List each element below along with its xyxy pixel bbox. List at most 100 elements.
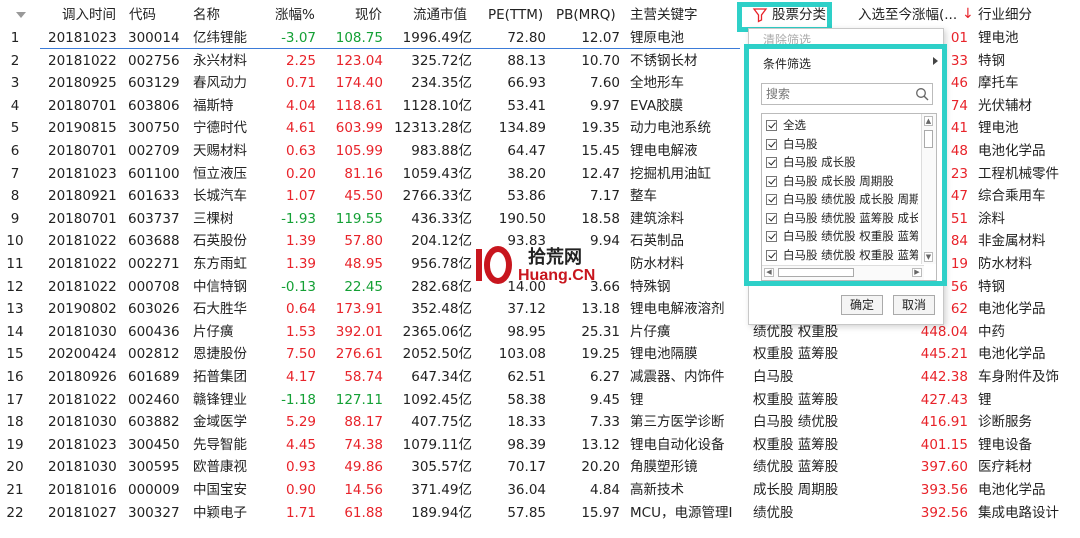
sort-descending-icon[interactable]: ↓ bbox=[962, 6, 974, 22]
cell-chg: -1.93 bbox=[281, 210, 316, 227]
cell-name: 金域医学 bbox=[193, 414, 247, 431]
cell-price: 49.86 bbox=[344, 459, 383, 476]
cell-pb: 12.07 bbox=[581, 30, 620, 46]
cell-chg: -3.07 bbox=[281, 30, 316, 46]
cell-name: 天赐材料 bbox=[193, 143, 247, 159]
cell-name: 中国宝安 bbox=[193, 482, 247, 498]
cell-ind: 综合乘用车 bbox=[978, 188, 1046, 205]
sort-caret-icon[interactable] bbox=[16, 12, 26, 18]
cell-price: 105.99 bbox=[335, 143, 383, 159]
cell-code: 603806 bbox=[128, 97, 180, 114]
cell-code: 601100 bbox=[128, 165, 180, 182]
column-header-1[interactable]: 代码 bbox=[129, 3, 156, 27]
cell-price: 173.91 bbox=[335, 301, 383, 318]
cell-pb: 9.45 bbox=[589, 391, 620, 408]
cell-pb: 19.35 bbox=[581, 120, 620, 137]
table-row[interactable]: 20 20181030 300595 欧普康视 0.93 49.86 305.57亿 70.1… bbox=[0, 456, 1080, 479]
cell-mcap: 189.94亿 bbox=[411, 504, 472, 521]
cell-ind: 电池化学品 bbox=[978, 143, 1046, 159]
cell-code: 300595 bbox=[128, 459, 180, 476]
cell-ind: 集成电路设计 bbox=[978, 504, 1059, 521]
cell-no: 18 bbox=[6, 414, 24, 431]
watermark-text-cn: 拾荒网 bbox=[528, 247, 582, 268]
column-header-7[interactable]: PB(MRQ) bbox=[556, 3, 616, 27]
cell-code: 002709 bbox=[128, 143, 180, 159]
cell-pe: 53.86 bbox=[507, 188, 546, 205]
cell-mcap: 282.68亿 bbox=[411, 278, 472, 295]
cell-pe: 18.33 bbox=[507, 414, 546, 431]
cell-name: 拓普集团 bbox=[193, 369, 247, 385]
cell-kw: 挖掘机用油缸 bbox=[630, 165, 711, 182]
cell-code: 002460 bbox=[128, 391, 180, 408]
cell-date: 20181016 bbox=[48, 482, 117, 498]
cell-since: 397.60 bbox=[920, 459, 968, 476]
cell-chg: 2.25 bbox=[285, 52, 316, 69]
cell-chg: 0.71 bbox=[285, 75, 316, 92]
cell-kw: 第三方医学诊断 bbox=[630, 414, 725, 431]
cell-ind: 中药 bbox=[978, 323, 1005, 340]
cell-date: 20181022 bbox=[48, 391, 117, 408]
table-row[interactable]: 18 20181030 603882 金域医学 5.29 88.17 407.75亿 18.3… bbox=[0, 411, 1080, 434]
cell-mcap: 12313.28亿 bbox=[394, 120, 472, 137]
cell-ind: 锂电设备 bbox=[978, 436, 1032, 453]
cell-ind: 锂 bbox=[978, 391, 992, 408]
cell-kw: 石英制品 bbox=[630, 233, 684, 250]
cell-ind: 锂电池 bbox=[978, 30, 1019, 46]
cell-chg: -0.13 bbox=[281, 278, 316, 295]
cell-kw: 锂电电解液溶剂 bbox=[630, 301, 725, 318]
column-header-0[interactable]: 调入时间 bbox=[62, 3, 116, 27]
cell-mcap: 956.78亿 bbox=[411, 256, 472, 272]
column-header-11[interactable]: 行业细分 bbox=[978, 3, 1032, 27]
table-row[interactable]: 17 20181022 002460 赣锋锂业 -1.18 127.11 1092.45亿 5… bbox=[0, 389, 1080, 412]
cell-name: 石大胜华 bbox=[193, 301, 247, 318]
confirm-button[interactable]: 确定 bbox=[841, 295, 883, 315]
cell-chg: 1.39 bbox=[285, 256, 316, 272]
column-header-5[interactable]: 流通市值 bbox=[413, 3, 467, 27]
table-row[interactable]: 16 20180926 601689 拓普集团 4.17 58.74 647.34亿 62.5… bbox=[0, 366, 1080, 389]
cell-cat: 白马股 bbox=[753, 369, 794, 385]
cell-pe: 53.41 bbox=[507, 97, 546, 114]
cell-name: 东方雨虹 bbox=[193, 256, 247, 272]
watermark-text-en: Huang.CN bbox=[518, 267, 596, 284]
cell-cat: 成长股 周期股 bbox=[753, 482, 839, 498]
cell-price: 74.38 bbox=[344, 436, 383, 453]
cell-ind: 电池化学品 bbox=[978, 346, 1046, 363]
table-row[interactable]: 21 20181016 000009 中国宝安 0.90 14.56 371.49亿 36.0… bbox=[0, 479, 1080, 502]
cell-no: 9 bbox=[10, 210, 20, 227]
cell-price: 58.74 bbox=[344, 369, 383, 385]
column-header-3[interactable]: 涨幅% bbox=[275, 3, 315, 27]
cell-name: 欧普康视 bbox=[193, 459, 247, 476]
cell-cat: 绩优股 蓝筹股 bbox=[753, 459, 839, 476]
cell-code: 300750 bbox=[128, 120, 180, 137]
cell-kw: 片仔癀 bbox=[630, 323, 671, 340]
table-row[interactable]: 15 20200424 002812 恩捷股份 7.50 276.61 2052.50亿 10… bbox=[0, 343, 1080, 366]
cell-kw: 锂电自动化设备 bbox=[630, 436, 725, 453]
cell-kw: EVA胶膜 bbox=[630, 97, 684, 114]
cell-ind: 防水材料 bbox=[978, 256, 1032, 272]
cell-code: 603026 bbox=[128, 301, 180, 318]
cell-ind: 电池化学品 bbox=[978, 482, 1046, 498]
cell-date: 20181030 bbox=[48, 323, 117, 340]
column-header-8[interactable]: 主营关键字 bbox=[630, 3, 698, 27]
cell-mcap: 371.49亿 bbox=[411, 482, 472, 498]
column-header-6[interactable]: PE(TTM) bbox=[488, 3, 543, 27]
cell-date: 20180926 bbox=[48, 369, 117, 385]
cell-price: 57.80 bbox=[344, 233, 383, 250]
cell-date: 20181030 bbox=[48, 459, 117, 476]
column-header-10[interactable]: 入选至今涨幅(... bbox=[858, 3, 957, 27]
table-row[interactable]: 19 20181023 300450 先导智能 4.45 74.38 1079.11亿 98.… bbox=[0, 434, 1080, 457]
cell-pb: 13.12 bbox=[581, 436, 620, 453]
column-header-4[interactable]: 现价 bbox=[355, 3, 382, 27]
cell-chg: 4.04 bbox=[285, 97, 316, 114]
cell-kw: 锂电池隔膜 bbox=[630, 346, 698, 363]
cell-chg: 4.45 bbox=[285, 436, 316, 453]
cell-price: 603.99 bbox=[335, 120, 383, 137]
table-row[interactable]: 22 20181027 300327 中颖电子 1.71 61.88 189.94亿 57.8… bbox=[0, 502, 1080, 525]
cell-date: 20181023 bbox=[48, 30, 117, 46]
column-header-2[interactable]: 名称 bbox=[193, 3, 220, 27]
cancel-button[interactable]: 取消 bbox=[893, 295, 935, 315]
cell-no: 17 bbox=[6, 391, 24, 408]
cell-price: 88.17 bbox=[344, 414, 383, 431]
cell-pe: 98.95 bbox=[507, 323, 546, 340]
cell-no: 2 bbox=[10, 52, 20, 69]
